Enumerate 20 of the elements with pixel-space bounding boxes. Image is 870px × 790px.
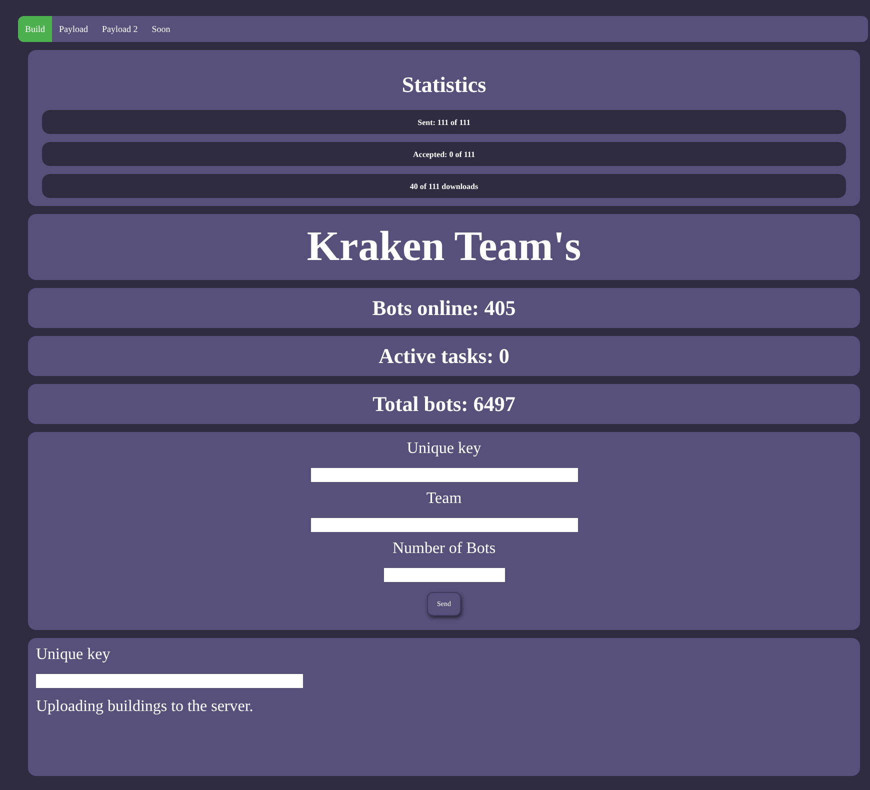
team-headline: Kraken Team's — [306, 223, 582, 272]
field-label: Unique key — [406, 440, 482, 458]
input-field[interactable] — [310, 468, 578, 482]
counter-text: Bots online: 405 — [372, 294, 516, 322]
statistics-title: Statistics — [402, 71, 486, 99]
statistic-row: 40 of 111 downloads — [42, 174, 846, 198]
nav-tab[interactable]: Soon — [144, 16, 178, 42]
counter-text: Total bots: 6497 — [372, 390, 516, 418]
nav-tab[interactable]: Payload 2 — [95, 16, 145, 42]
input-field[interactable] — [36, 674, 303, 688]
statistic-row: Accepted: 0 of 111 — [42, 142, 846, 166]
counter-text: Active tasks: 0 — [378, 342, 510, 370]
field-label: Unique key — [36, 646, 110, 664]
field-label: Number of Bots — [392, 540, 496, 558]
nav-tab[interactable]: Payload — [52, 16, 96, 42]
upload-note: Uploading buildings to the server. — [36, 698, 254, 716]
field-label: Team — [426, 490, 462, 508]
input-field[interactable] — [384, 568, 504, 582]
input-field[interactable] — [310, 518, 578, 532]
statistic-row: Sent: 111 of 111 — [42, 110, 846, 134]
